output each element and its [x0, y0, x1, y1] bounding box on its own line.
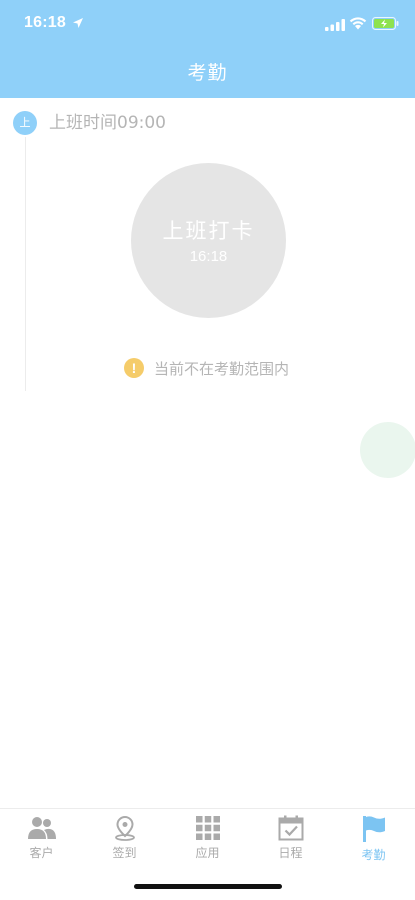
out-of-range-warning: ! 当前不在考勤范围内: [124, 357, 289, 379]
tab-apps[interactable]: 应用: [166, 815, 249, 867]
warning-text: 当前不在考勤范围内: [154, 359, 290, 378]
location-arrow-icon: [73, 18, 83, 28]
grid-icon: [195, 816, 220, 840]
tab-checkin[interactable]: 签到: [83, 815, 166, 867]
warning-icon: !: [124, 358, 144, 378]
page-title: 考勤: [187, 62, 228, 84]
battery-charging-icon: [372, 17, 399, 30]
flag-icon: [362, 816, 385, 842]
status-bar: 16:18: [0, 0, 415, 50]
tab-attendance[interactable]: 考勤: [332, 815, 415, 867]
punch-in-button[interactable]: 上班打卡 16:18: [131, 163, 286, 318]
wifi-icon: [349, 17, 367, 30]
tab-label: 客户: [29, 846, 54, 860]
calendar-check-icon: [278, 815, 303, 841]
tab-schedule[interactable]: 日程: [249, 815, 332, 867]
tab-label: 日程: [278, 846, 303, 860]
status-time: 16:18: [24, 14, 66, 31]
header-bar: 16:18 考勤: [0, 0, 415, 98]
tab-label: 签到: [112, 846, 137, 860]
shift-badge: 上: [13, 111, 37, 135]
punch-in-clock: 16:18: [189, 248, 228, 265]
home-indicator: [134, 884, 282, 889]
tab-label: 应用: [195, 846, 220, 860]
timeline-line: [25, 137, 26, 391]
tab-customers[interactable]: 客户: [0, 815, 83, 867]
customers-icon: [27, 817, 56, 839]
punch-in-label: 上班打卡: [162, 219, 255, 243]
floating-action-button[interactable]: [360, 422, 415, 478]
location-pin-icon: [114, 815, 135, 841]
cellular-signal-icon: [325, 19, 345, 31]
tab-label: 考勤: [361, 848, 386, 862]
shift-start-time: 上班时间09:00: [49, 113, 166, 133]
